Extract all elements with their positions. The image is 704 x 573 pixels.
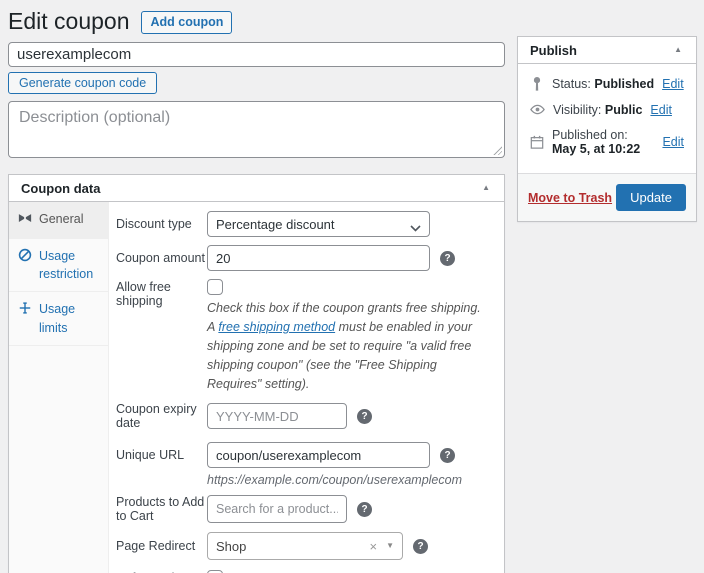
expiry-date-input[interactable] xyxy=(207,403,347,429)
published-on-text: Published on: May 5, at 10:22 xyxy=(552,128,654,156)
publish-header: Publish ▲ xyxy=(518,37,696,64)
products-to-add-label: Products to Add to Cart xyxy=(109,495,207,523)
edit-visibility-link[interactable]: Edit xyxy=(650,103,672,117)
visibility-row: Visibility: Public Edit xyxy=(530,102,684,117)
dropdown-arrow-icon[interactable]: ▼ xyxy=(386,542,394,550)
free-shipping-row: Allow free shipping Check this box if th… xyxy=(109,279,504,394)
edit-status-link[interactable]: Edit xyxy=(662,77,684,91)
generate-coupon-code-button[interactable]: Generate coupon code xyxy=(8,72,157,94)
edit-published-on-link[interactable]: Edit xyxy=(662,135,684,149)
coupon-data-title: Coupon data xyxy=(21,181,100,196)
tab-usage-restriction-label: Usage restriction xyxy=(39,247,102,283)
side-column: Publish ▲ Status: Published Edit Visibil… xyxy=(517,36,697,222)
coupon-data-panel: Coupon data ▲ General xyxy=(8,174,505,573)
free-shipping-label: Allow free shipping xyxy=(109,279,207,394)
help-icon[interactable]: ? xyxy=(357,409,372,424)
discount-type-row: Discount type Percentage discount xyxy=(109,211,504,237)
expiry-date-label: Coupon expiry date xyxy=(109,402,207,430)
help-icon[interactable]: ? xyxy=(440,448,455,463)
tab-usage-limits[interactable]: Usage limits xyxy=(9,292,108,345)
coupon-data-body: General Usage restriction xyxy=(9,202,504,573)
unique-url-input[interactable] xyxy=(207,442,430,468)
unique-url-label: Unique URL xyxy=(109,442,207,487)
discount-type-select[interactable]: Percentage discount xyxy=(207,211,430,237)
help-icon[interactable]: ? xyxy=(440,251,455,266)
move-to-trash-link[interactable]: Move to Trash xyxy=(528,191,612,205)
no-entry-icon xyxy=(18,248,32,267)
tab-general-label: General xyxy=(39,210,83,228)
description-textarea[interactable] xyxy=(8,101,505,158)
discount-type-label: Discount type xyxy=(109,217,207,231)
publish-body: Status: Published Edit Visibility: Publi… xyxy=(518,64,696,173)
published-on-row: Published on: May 5, at 10:22 Edit xyxy=(530,128,684,156)
pin-icon xyxy=(530,77,544,91)
calendar-icon xyxy=(530,135,544,149)
page-redirect-select[interactable]: Shop × ▼ xyxy=(207,532,403,560)
publish-title: Publish xyxy=(530,43,577,58)
coupon-code-input[interactable] xyxy=(8,42,505,67)
add-coupon-button[interactable]: Add coupon xyxy=(141,11,232,34)
page-redirect-value: Shop xyxy=(216,539,246,554)
unique-url-hint: https://example.com/coupon/userexampleco… xyxy=(207,473,462,487)
free-shipping-method-link[interactable]: free shipping method xyxy=(218,320,335,334)
tab-general[interactable]: General xyxy=(9,202,108,239)
free-shipping-checkbox[interactable] xyxy=(207,279,223,295)
products-to-add-row: Products to Add to Cart ? xyxy=(109,495,504,523)
page-title: Edit coupon xyxy=(8,8,129,36)
coupon-data-header: Coupon data ▲ xyxy=(9,175,504,202)
page-redirect-label: Page Redirect xyxy=(109,539,207,553)
tab-usage-limits-label: Usage limits xyxy=(39,300,102,336)
clear-selection-icon[interactable]: × xyxy=(367,540,379,553)
update-button[interactable]: Update xyxy=(616,184,686,211)
general-tab-fields: Discount type Percentage discount xyxy=(109,202,504,573)
help-icon[interactable]: ? xyxy=(357,502,372,517)
page-header: Edit coupon Add coupon xyxy=(8,9,505,35)
plus-icon xyxy=(18,301,32,320)
coupon-data-tabs: General Usage restriction xyxy=(9,202,109,573)
tab-usage-restriction[interactable]: Usage restriction xyxy=(9,239,108,292)
general-icon xyxy=(18,211,32,230)
visibility-text: Visibility: Public xyxy=(553,103,642,117)
eye-icon xyxy=(530,102,545,117)
free-shipping-description: Check this box if the coupon grants free… xyxy=(207,299,485,394)
expiry-date-row: Coupon expiry date ? xyxy=(109,402,504,430)
product-search-input[interactable] xyxy=(207,495,347,523)
collapse-arrow-icon[interactable]: ▲ xyxy=(672,44,684,56)
collapse-arrow-icon[interactable]: ▲ xyxy=(480,182,492,194)
coupon-amount-input[interactable] xyxy=(207,245,430,271)
publish-footer: Move to Trash Update xyxy=(518,173,696,221)
page-redirect-row: Page Redirect Shop × ▼ ? xyxy=(109,532,504,560)
description-area xyxy=(8,101,505,161)
coupon-amount-label: Coupon amount xyxy=(109,251,207,265)
status-row: Status: Published Edit xyxy=(530,77,684,91)
status-text: Status: Published xyxy=(552,77,654,91)
coupon-amount-row: Coupon amount ? xyxy=(109,245,504,271)
publish-panel: Publish ▲ Status: Published Edit Visibil… xyxy=(517,36,697,222)
help-icon[interactable]: ? xyxy=(413,539,428,554)
main-column: Edit coupon Add coupon Generate coupon c… xyxy=(8,0,505,573)
unique-url-row: Unique URL ? https://example.com/coupon/… xyxy=(109,442,504,487)
